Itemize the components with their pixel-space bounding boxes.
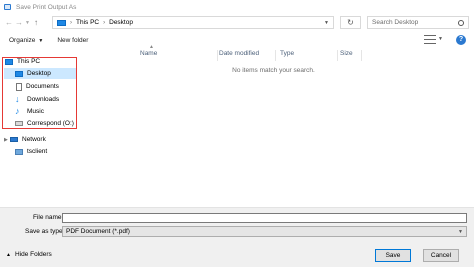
title-bar: Save Print Output As	[0, 0, 474, 14]
this-pc-icon	[57, 19, 66, 26]
save-button[interactable]: Save	[375, 249, 411, 262]
nav-item-label: tsclient	[27, 148, 48, 155]
organize-chevron-icon: ▼	[38, 37, 44, 44]
hide-folders-label: Hide Folders	[14, 251, 52, 258]
dropdown-chevron-icon: ▼	[458, 228, 463, 235]
nav-item-label: Network	[22, 136, 46, 143]
save-as-type-value: PDF Document (*.pdf)	[66, 228, 130, 235]
navigation-bar: ← → ▼ ↑ › This PC › Desktop ▼ ↻ Search D…	[0, 14, 474, 31]
address-bar[interactable]: › This PC › Desktop ▼	[52, 16, 334, 29]
hide-folders-toggle[interactable]: ▲ Hide Folders	[6, 251, 52, 258]
organize-button[interactable]: Organize ▼	[9, 37, 43, 44]
view-options-icon[interactable]	[424, 35, 436, 44]
column-header-date-modified[interactable]: Date modified	[215, 50, 276, 61]
column-header-type[interactable]: Type	[276, 50, 338, 61]
breadcrumb-separator: ›	[103, 19, 106, 26]
address-dropdown-chevron-icon[interactable]: ▼	[324, 20, 329, 26]
search-input[interactable]: Search Desktop	[372, 19, 418, 26]
window-title: Save Print Output As	[16, 3, 77, 11]
network-icon	[10, 137, 18, 142]
expand-chevron-icon[interactable]: ▶	[4, 137, 8, 143]
new-folder-button[interactable]: New folder	[57, 37, 88, 44]
help-icon[interactable]: ?	[456, 35, 466, 45]
collapse-chevron-icon: ▲	[6, 251, 11, 258]
save-dialog-icon	[4, 4, 11, 10]
column-header-name[interactable]: Name	[136, 50, 218, 61]
save-as-type-label: Save as type:	[25, 228, 65, 235]
file-name-input[interactable]	[62, 213, 467, 223]
up-arrow-icon[interactable]: ↑	[31, 18, 41, 27]
search-icon	[458, 19, 464, 26]
save-options-panel: File name: Save as type: PDF Document (*…	[0, 207, 474, 267]
breadcrumb-desktop[interactable]: Desktop	[109, 19, 133, 26]
cancel-button[interactable]: Cancel	[423, 249, 459, 262]
forward-arrow-icon[interactable]: →	[14, 18, 24, 27]
computer-icon	[15, 148, 23, 155]
save-as-type-dropdown[interactable]: PDF Document (*.pdf) ▼	[62, 226, 467, 237]
search-box[interactable]: Search Desktop	[367, 16, 469, 29]
file-name-label: File name:	[33, 214, 64, 221]
view-options-chevron-icon[interactable]: ▼	[438, 36, 443, 42]
nav-item-network[interactable]: Network	[10, 134, 46, 145]
column-header-size[interactable]: Size	[336, 50, 362, 61]
empty-folder-message: No items match your search.	[232, 67, 315, 74]
breadcrumb-separator: ›	[70, 19, 72, 26]
nav-item-tsclient[interactable]: tsclient	[15, 146, 47, 157]
recent-locations-chevron-icon[interactable]: ▼	[24, 20, 31, 26]
sort-ascending-icon: ▲	[149, 44, 154, 50]
breadcrumb-this-pc[interactable]: This PC	[76, 19, 99, 26]
organize-label: Organize	[9, 36, 36, 44]
back-arrow-icon[interactable]: ←	[4, 18, 14, 27]
refresh-icon[interactable]: ↻	[340, 16, 361, 29]
